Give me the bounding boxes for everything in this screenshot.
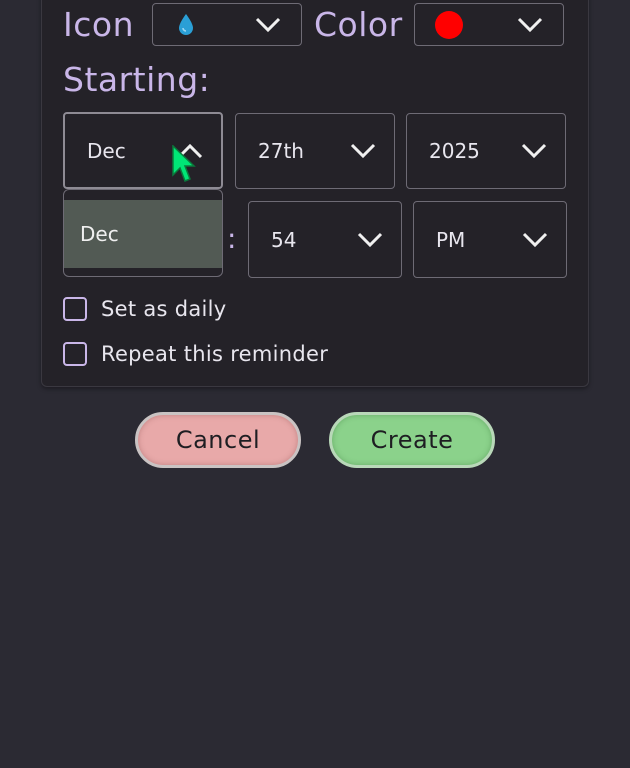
year-select[interactable]: 2025	[406, 113, 566, 189]
month-dropdown-option[interactable]: Dec	[64, 200, 222, 268]
cancel-button[interactable]: Cancel	[135, 412, 301, 468]
chevron-down-icon	[521, 143, 547, 159]
chevron-down-icon	[357, 232, 383, 247]
day-select[interactable]: 27th	[235, 113, 395, 189]
ampm-select[interactable]: PM	[413, 201, 567, 278]
month-dropdown-list: Dec	[63, 189, 223, 277]
month-value: Dec	[87, 138, 126, 163]
minute-select[interactable]: 54	[248, 201, 402, 278]
color-select[interactable]	[414, 3, 564, 46]
chevron-down-icon	[350, 143, 376, 159]
repeat-label: Repeat this reminder	[101, 342, 329, 366]
month-select[interactable]: Dec	[63, 112, 223, 189]
color-label: Color	[314, 5, 403, 44]
repeat-row[interactable]: Repeat this reminder	[63, 342, 328, 366]
ampm-value: PM	[436, 227, 466, 252]
time-separator: :	[227, 222, 237, 255]
set-daily-row[interactable]: Set as daily	[63, 297, 227, 321]
day-value: 27th	[258, 139, 304, 163]
set-daily-label: Set as daily	[101, 297, 227, 321]
icon-label: Icon	[63, 5, 134, 44]
minute-value: 54	[271, 227, 297, 252]
repeat-checkbox[interactable]	[63, 342, 87, 366]
set-daily-checkbox[interactable]	[63, 297, 87, 321]
icon-select[interactable]	[152, 3, 302, 46]
mouse-cursor-icon	[172, 145, 196, 182]
starting-label: Starting:	[63, 60, 211, 99]
color-swatch	[435, 11, 463, 39]
create-button[interactable]: Create	[329, 412, 495, 468]
chevron-down-icon	[517, 17, 543, 32]
chevron-down-icon	[522, 232, 548, 247]
chevron-down-icon	[255, 17, 281, 32]
year-value: 2025	[429, 139, 480, 163]
droplet-icon	[177, 13, 195, 41]
